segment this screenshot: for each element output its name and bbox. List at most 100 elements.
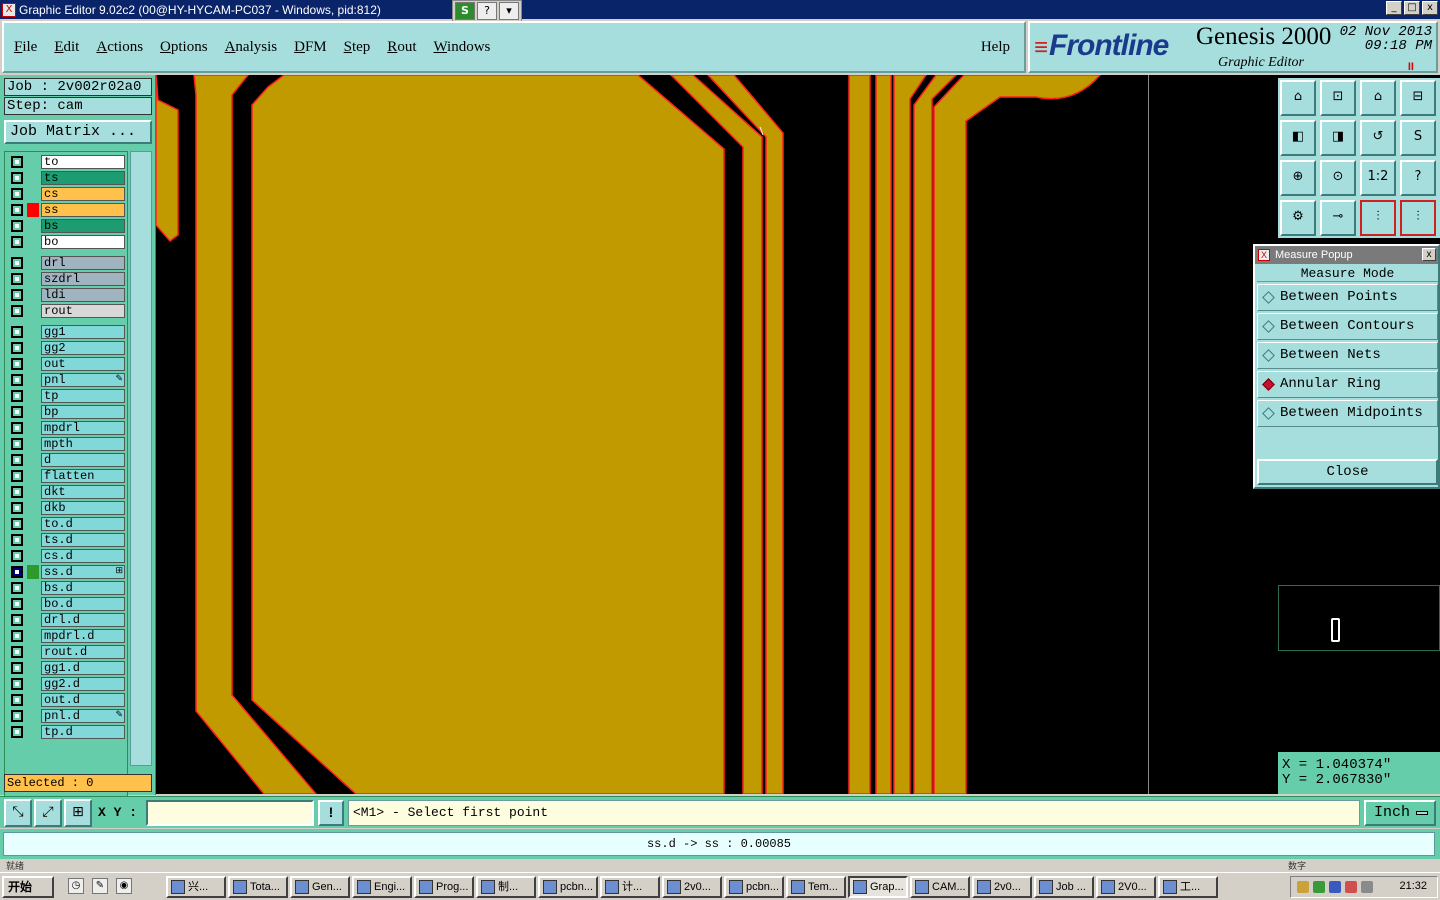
tray-security-icon[interactable] <box>1329 881 1341 893</box>
dropdown-tool-icon[interactable]: ▾ <box>499 2 519 20</box>
layer-checkbox[interactable] <box>11 273 23 285</box>
tray-volume-icon[interactable] <box>1361 881 1373 893</box>
layer-row-bo[interactable]: bo <box>7 235 125 249</box>
split-view-icon[interactable]: ⊟ <box>1400 80 1436 116</box>
layer-affected-marker[interactable] <box>27 272 39 286</box>
layer-checkbox[interactable] <box>11 630 23 642</box>
menu-analysis[interactable]: Analysis <box>225 39 278 56</box>
unit-selector[interactable]: Inch <box>1364 800 1436 826</box>
layer-row-szdrl[interactable]: szdrl <box>7 272 125 286</box>
layer-checkbox[interactable] <box>11 438 23 450</box>
layer-checkbox[interactable] <box>11 172 23 184</box>
layer-name[interactable]: ss <box>41 203 125 217</box>
layer-name[interactable]: gg1.d <box>41 661 125 675</box>
layer-row-d[interactable]: d <box>7 453 125 467</box>
layer-row-rout[interactable]: rout <box>7 304 125 318</box>
settings-tools-icon[interactable]: ⚙ <box>1280 200 1316 236</box>
layer-row-to-d[interactable]: to.d <box>7 517 125 531</box>
layer-name[interactable]: dkt <box>41 485 125 499</box>
layer-name[interactable]: to.d <box>41 517 125 531</box>
taskbar-button[interactable]: pcbn... <box>724 876 784 898</box>
layer-name[interactable]: gg2.d <box>41 677 125 691</box>
layer-row-to[interactable]: to <box>7 155 125 169</box>
layer-row-out[interactable]: out <box>7 357 125 371</box>
notepad-quicklaunch-icon[interactable]: ✎ <box>92 878 108 894</box>
taskbar-button[interactable]: Grap... <box>848 876 908 898</box>
layer-name[interactable]: pnl.d <box>41 709 125 723</box>
clock-quicklaunch-icon[interactable]: ◷ <box>68 878 84 894</box>
browser-quicklaunch-icon[interactable]: ◉ <box>116 878 132 894</box>
layer-name[interactable]: bs.d <box>41 581 125 595</box>
taskbar-button[interactable]: 工... <box>1158 876 1218 898</box>
zoom-area-icon[interactable]: ⤡ <box>4 799 32 827</box>
layer-row-out-d[interactable]: out.d <box>7 693 125 707</box>
home-icon[interactable]: ⌂ <box>1360 80 1396 116</box>
layer-name[interactable]: bo <box>41 235 125 249</box>
taskbar-button[interactable]: Engi... <box>352 876 412 898</box>
layer-affected-marker[interactable] <box>27 203 39 217</box>
layer-checkbox[interactable] <box>11 502 23 514</box>
layer-name[interactable]: rout.d <box>41 645 125 659</box>
layer-checkbox[interactable] <box>11 614 23 626</box>
layer-checkbox[interactable] <box>11 694 23 706</box>
layer-name[interactable]: flatten <box>41 469 125 483</box>
layer-affected-marker[interactable] <box>27 256 39 270</box>
layer-checkbox[interactable] <box>11 289 23 301</box>
execute-button[interactable]: ! <box>318 800 344 826</box>
layer-checkbox[interactable] <box>11 662 23 674</box>
xy-input[interactable] <box>146 800 314 826</box>
layer-checkbox[interactable] <box>11 566 23 578</box>
layer-affected-marker[interactable] <box>27 171 39 185</box>
layer-name[interactable]: drl <box>41 256 125 270</box>
layer-name[interactable]: out.d <box>41 693 125 707</box>
tray-network-icon[interactable] <box>1313 881 1325 893</box>
layer-name[interactable]: rout <box>41 304 125 318</box>
taskbar-button[interactable]: Tota... <box>228 876 288 898</box>
layer-row-ts-d[interactable]: ts.d <box>7 533 125 547</box>
layer-name[interactable]: tp <box>41 389 125 403</box>
layer-row-bo-d[interactable]: bo.d <box>7 597 125 611</box>
close-window-button[interactable]: x <box>1422 1 1438 15</box>
layer-checkbox[interactable] <box>11 236 23 248</box>
taskbar-button[interactable]: Prog... <box>414 876 474 898</box>
layer-checkbox[interactable] <box>11 342 23 354</box>
layer-row-ss[interactable]: ss <box>7 203 125 217</box>
layer-checkbox[interactable] <box>11 646 23 658</box>
undo-view-icon[interactable]: ↺ <box>1360 120 1396 156</box>
layer-row-gg1[interactable]: gg1 <box>7 325 125 339</box>
s-tool-icon[interactable]: S <box>455 2 475 20</box>
layer-checkbox[interactable] <box>11 188 23 200</box>
layer-row-bp[interactable]: bp <box>7 405 125 419</box>
layer-name[interactable]: ts.d <box>41 533 125 547</box>
layer-row-pnl[interactable]: pnl ✎ <box>7 373 125 387</box>
pan-right-icon[interactable]: ◨ <box>1320 120 1356 156</box>
layer-affected-marker[interactable] <box>27 235 39 249</box>
layer-name[interactable]: out <box>41 357 125 371</box>
taskbar-button[interactable]: 制... <box>476 876 536 898</box>
taskbar-button[interactable]: 2V0... <box>1096 876 1156 898</box>
layer-row-gg1-d[interactable]: gg1.d <box>7 661 125 675</box>
layer-affected-marker[interactable] <box>27 709 39 723</box>
layer-affected-marker[interactable] <box>27 613 39 627</box>
layer-affected-marker[interactable] <box>27 421 39 435</box>
layer-checkbox[interactable] <box>11 710 23 722</box>
layer-name[interactable]: mpth <box>41 437 125 451</box>
grid-icon[interactable]: ⊞ <box>64 799 92 827</box>
measure-close-button[interactable]: Close <box>1257 459 1438 485</box>
pause-icon[interactable]: II <box>1408 61 1414 73</box>
taskbar-button[interactable]: 兴... <box>166 876 226 898</box>
layer-name[interactable]: mpdrl.d <box>41 629 125 643</box>
layer-name[interactable]: gg2 <box>41 341 125 355</box>
layer-name[interactable]: d <box>41 453 125 467</box>
layer-affected-marker[interactable] <box>27 437 39 451</box>
layer-row-gg2[interactable]: gg2 <box>7 341 125 355</box>
layer-row-mpdrl-d[interactable]: mpdrl.d <box>7 629 125 643</box>
layer-affected-marker[interactable] <box>27 187 39 201</box>
menu-dfm[interactable]: DFM <box>294 39 327 56</box>
taskbar-button[interactable]: Gen... <box>290 876 350 898</box>
layer-checkbox[interactable] <box>11 326 23 338</box>
layer-affected-marker[interactable] <box>27 693 39 707</box>
layer-affected-marker[interactable] <box>27 549 39 563</box>
menu-actions[interactable]: Actions <box>96 39 143 56</box>
layer-affected-marker[interactable] <box>27 597 39 611</box>
